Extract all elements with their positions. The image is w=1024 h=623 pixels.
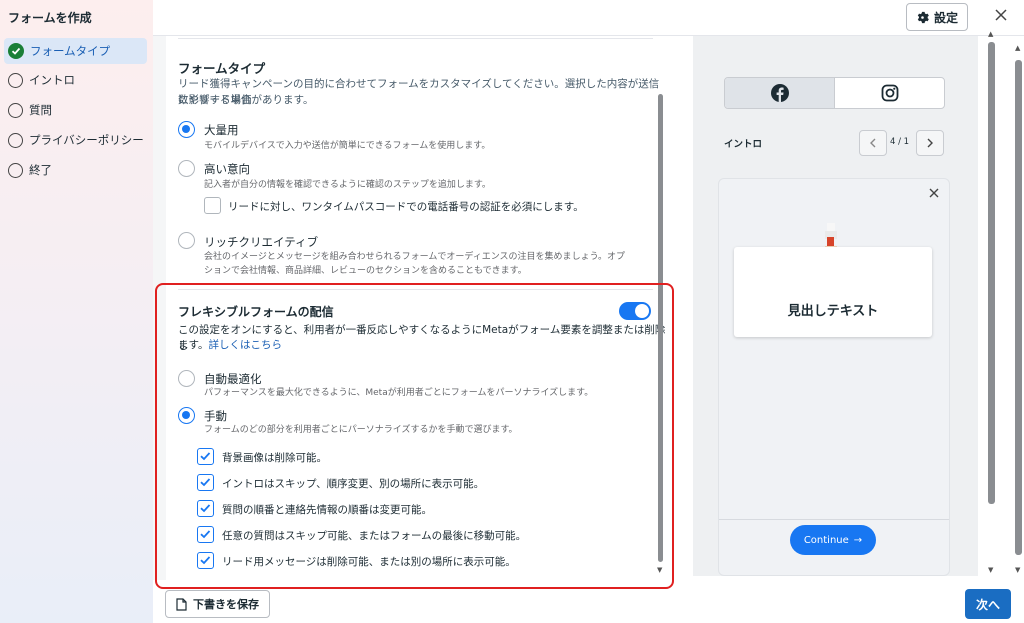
chevron-right-icon (927, 138, 933, 148)
radio-rich-creative[interactable] (178, 232, 195, 249)
step-privacy-policy[interactable]: プライバシーポリシー (4, 127, 147, 153)
divider (178, 38, 653, 39)
arrow-right-icon: → (853, 534, 863, 546)
close-icon[interactable] (929, 188, 939, 198)
step-label: 終了 (29, 163, 52, 177)
otp-checkbox[interactable] (204, 197, 221, 214)
sidebar-title: フォームを作成 (8, 11, 92, 25)
facebook-icon (770, 84, 789, 102)
option-sub-higher-intent: 記入者が自分の情報を確認できるように確認のステップを追加します。 (204, 180, 491, 190)
step-end[interactable]: 終了 (4, 157, 147, 183)
document-icon (176, 597, 187, 611)
preview-section-label: イントロ (724, 139, 763, 150)
step-label: フォームタイプ (30, 44, 111, 58)
continue-button[interactable]: Continue → (790, 525, 876, 555)
check-circle-icon (8, 43, 24, 59)
settings-label: 設定 (933, 10, 958, 25)
settings-button[interactable]: 設定 (905, 3, 968, 31)
page-scrollbar[interactable] (1015, 60, 1022, 555)
instagram-icon (881, 84, 898, 102)
highlight-box (155, 283, 674, 589)
gear-icon (917, 11, 929, 23)
option-sub-rich-creative-cont: ションで会社情報、商品詳細、レビューのセクションを含めることもできます。 (204, 266, 527, 276)
next-button[interactable]: 次へ (965, 589, 1011, 619)
scroll-down-arrow-icon[interactable]: ▼ (988, 566, 993, 574)
otp-checkbox-label: リードに対し、ワンタイムパスコードでの電話番号の認証を必須にします。 (228, 201, 584, 213)
step-questions[interactable]: 質問 (4, 97, 147, 123)
scroll-up-arrow-icon[interactable]: ▲ (1015, 44, 1020, 52)
sidebar: フォームを作成 フォームタイプ イントロ 質問 プライバシーポリシー 終了 (0, 0, 153, 623)
option-label-higher-intent: 高い意向 (204, 162, 250, 176)
option-label-high-volume: 大量用 (204, 123, 239, 137)
close-icon[interactable] (994, 8, 1008, 22)
step-label: プライバシーポリシー (29, 133, 144, 147)
intro-card: 見出しテキスト (734, 247, 932, 337)
scroll-up-arrow-icon[interactable]: ▲ (988, 30, 993, 38)
pager-next-button[interactable] (916, 130, 944, 156)
preview-scrollbar[interactable] (988, 42, 995, 504)
save-draft-button[interactable]: 下書きを保存 (165, 590, 270, 618)
headline-text: 見出しテキスト (787, 304, 879, 319)
option-sub-rich-creative: 会社のイメージとメッセージを組み合わせられるフォームでオーディエンスの注目を集め… (204, 252, 626, 262)
step-circle-icon (8, 102, 23, 118)
chevron-left-icon (870, 138, 876, 148)
step-circle-icon (8, 72, 23, 88)
radio-higher-intent[interactable] (178, 160, 195, 177)
radio-high-volume[interactable] (178, 121, 195, 138)
platform-toggle (724, 77, 945, 109)
pager-prev-button[interactable] (859, 130, 887, 156)
scroll-down-arrow-icon[interactable]: ▼ (1015, 566, 1020, 574)
pager-count: 4 / 1 (890, 137, 910, 147)
step-form-type[interactable]: フォームタイプ (4, 38, 147, 64)
step-circle-icon (8, 162, 23, 178)
facebook-tab[interactable] (725, 78, 835, 108)
form-type-description-cont: に影響する場合があります。 (178, 94, 314, 106)
step-label: 質問 (29, 103, 52, 117)
option-sub-high-volume: モバイルデバイスで入力や送信が簡単にできるフォームを使用します。 (204, 141, 491, 151)
form-type-title: フォームタイプ (178, 61, 266, 76)
header-bar: 設定 (153, 0, 1024, 36)
instagram-tab[interactable] (835, 78, 944, 108)
divider (719, 519, 949, 520)
save-draft-label: 下書きを保存 (193, 598, 259, 611)
phone-preview: 見出しテキスト Continue → (718, 178, 950, 576)
option-label-rich-creative: リッチクリエイティブ (204, 235, 319, 249)
continue-label: Continue (803, 534, 849, 546)
preview-panel: イントロ 4 / 1 見出しテキスト Continue → (693, 36, 978, 576)
step-intro[interactable]: イントロ (4, 67, 147, 93)
step-label: イントロ (29, 73, 75, 87)
step-circle-icon (8, 132, 23, 148)
